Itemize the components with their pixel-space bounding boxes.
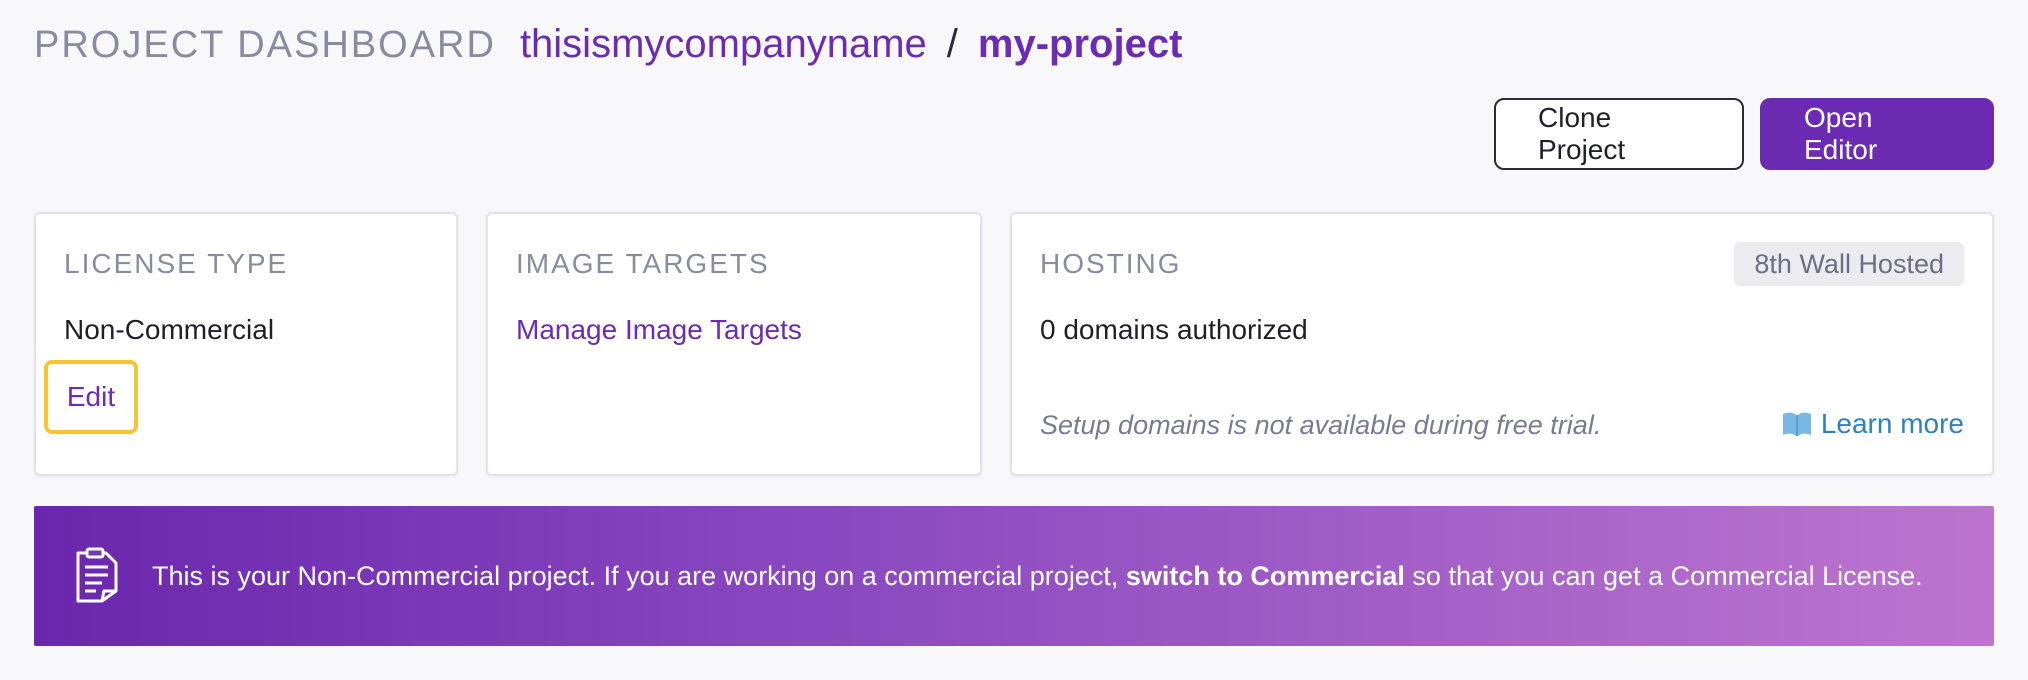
project-dashboard-page: PROJECT DASHBOARD thisismycompanyname / … (0, 0, 2028, 680)
breadcrumb-company-link[interactable]: thisismycompanyname (520, 22, 927, 67)
banner-text-before: This is your Non-Commercial project. If … (152, 560, 1126, 591)
license-type-title: LICENSE TYPE (64, 248, 289, 279)
learn-more-label: Learn more (1820, 408, 1964, 439)
image-targets-title: IMAGE TARGETS (516, 248, 770, 279)
domains-authorized-count: 0 domains authorized (1040, 314, 1308, 345)
switch-to-commercial-link[interactable]: switch to Commercial (1126, 561, 1405, 591)
dashboard-label: PROJECT DASHBOARD (34, 24, 496, 66)
image-targets-card: IMAGE TARGETS Manage Image Targets (486, 212, 982, 476)
book-icon (1781, 410, 1813, 438)
banner-text-after: so that you can get a Commercial License… (1404, 560, 1923, 591)
breadcrumb-project-name: my-project (977, 22, 1183, 66)
clone-project-button[interactable]: Clone Project (1494, 98, 1744, 170)
open-editor-button[interactable]: Open Editor (1760, 98, 1994, 170)
manage-image-targets-link[interactable]: Manage Image Targets (516, 314, 802, 345)
license-type-value: Non-Commercial (64, 314, 275, 345)
hosting-trial-note: Setup domains is not available during fr… (1040, 410, 1602, 440)
learn-more-link[interactable]: Learn more (1781, 408, 1964, 440)
breadcrumb-separator: / (946, 22, 958, 66)
license-document-icon (72, 547, 122, 605)
non-commercial-banner: This is your Non-Commercial project. If … (34, 506, 1994, 646)
edit-license-link[interactable]: Edit (44, 360, 138, 434)
hosting-card: HOSTING 8th Wall Hosted 0 domains author… (1010, 212, 1994, 476)
hosting-badge: 8th Wall Hosted (1734, 242, 1964, 286)
manage-image-targets-wrapper: Manage Image Targets (516, 314, 802, 346)
hosting-title: HOSTING (1040, 248, 1182, 279)
license-type-card: LICENSE TYPE Non-Commercial Edit (34, 212, 458, 476)
project-actions: Clone Project Open Editor (1494, 98, 1994, 170)
banner-message: This is your Non-Commercial project. If … (152, 561, 1923, 592)
page-header: PROJECT DASHBOARD thisismycompanyname / … (34, 22, 1182, 78)
